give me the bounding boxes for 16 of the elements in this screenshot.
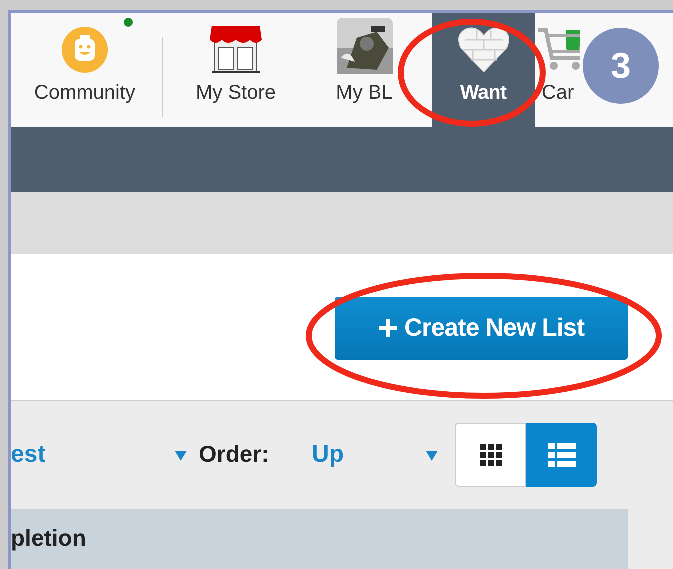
nav-item[interactable]: My Store xyxy=(175,13,297,128)
column-header: pletion xyxy=(11,524,86,551)
order-label: Order: xyxy=(199,441,270,468)
list-icon xyxy=(548,442,576,467)
caret-icon[interactable] xyxy=(426,450,438,461)
grid-icon xyxy=(480,444,502,466)
heart-icon xyxy=(456,26,510,74)
list-view-button[interactable] xyxy=(526,422,597,487)
smiley-icon xyxy=(61,26,109,74)
nav-item[interactable]: Community xyxy=(20,13,150,128)
plus-icon xyxy=(378,318,398,338)
nav-item[interactable]: My BL xyxy=(297,13,432,128)
create-list-button[interactable]: Create New List xyxy=(335,296,628,360)
nav-item[interactable]: Car xyxy=(535,13,581,128)
caret-icon[interactable] xyxy=(175,450,187,461)
grid-view-button[interactable] xyxy=(455,422,526,487)
